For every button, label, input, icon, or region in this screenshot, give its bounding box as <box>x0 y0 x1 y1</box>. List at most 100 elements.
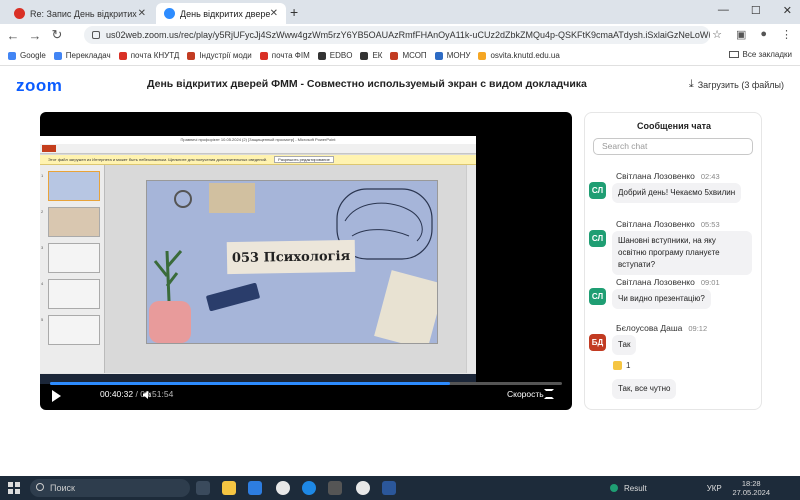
window-controls: — ☐ ✕ <box>718 4 792 17</box>
volume-icon[interactable] <box>142 390 152 400</box>
slide-title: 053 Психологія <box>226 239 356 275</box>
slide-thumbnail <box>48 171 100 201</box>
site-icon <box>187 51 196 60</box>
bookmark-osvita[interactable]: osvita.knutd.edu.ua <box>478 51 560 60</box>
bookmark-translate[interactable]: Перекладач <box>53 51 111 60</box>
tab-zoom[interactable]: День відкритих дверей ФММ ✕ <box>156 3 286 24</box>
message-header: Світлана Лозовенко 02:43 <box>616 171 720 181</box>
message-header: Бєлоусова Даша 09:12 <box>616 323 707 333</box>
minimize-icon[interactable]: — <box>718 4 729 17</box>
message-time: 09:01 <box>700 278 720 287</box>
star-icon[interactable]: ☆ <box>712 28 722 41</box>
bookmark-label: EDBO <box>329 51 353 60</box>
all-bookmarks-label: Все закладки <box>742 50 792 59</box>
site-icon <box>317 51 326 60</box>
reload-icon[interactable]: ↻ <box>48 27 66 43</box>
download-button[interactable]: ⤓ Загрузить (3 файлы) <box>689 78 784 91</box>
zoom-header: zoom День відкритих дверей ФММ - Совмест… <box>0 66 800 104</box>
clock-date: 27.05.2024 <box>732 488 770 497</box>
menu-icon[interactable]: ⋮ <box>781 28 792 41</box>
taskbar-search[interactable]: Поиск <box>30 479 190 497</box>
ppt-file-tab <box>42 145 56 152</box>
bookmark-label: почта КНУТД <box>130 51 180 60</box>
reaction-badge[interactable]: 1 <box>613 361 630 370</box>
file-explorer-icon[interactable] <box>222 481 236 495</box>
url-field[interactable]: us02web.zoom.us/rec/play/y5RjUFycJj4SzWw… <box>84 26 710 44</box>
tab-gmail[interactable]: Re: Запис День відкритих двер ✕ <box>6 3 154 24</box>
bookmark-ek[interactable]: ЕК <box>360 51 382 60</box>
message-header: Світлана Лозовенко 05:53 <box>616 219 720 229</box>
bookmark-edbo[interactable]: EDBO <box>317 51 353 60</box>
fullscreen-icon[interactable] <box>544 389 554 399</box>
back-icon[interactable]: ← <box>4 28 22 43</box>
tape-strip <box>209 183 255 213</box>
avatar: СЛ <box>589 182 606 199</box>
address-bar-row: ← → ↻ us02web.zoom.us/rec/play/y5RjUFycJ… <box>0 24 800 46</box>
sender-name: Світлана Лозовенко <box>616 171 695 181</box>
google-icon <box>8 51 16 60</box>
chrome-icon[interactable] <box>356 481 370 495</box>
chrome-icon[interactable] <box>276 481 290 495</box>
app-icon[interactable] <box>328 481 342 495</box>
bookmark-label: Індустрії моди <box>199 51 252 60</box>
forward-icon[interactable]: → <box>26 28 44 43</box>
mail-icon[interactable] <box>248 481 262 495</box>
message-header: Світлана Лозовенко 09:01 <box>616 277 720 287</box>
close-icon[interactable]: ✕ <box>138 8 146 19</box>
edge-icon[interactable] <box>302 481 316 495</box>
site-icon <box>390 51 399 60</box>
translate-icon <box>53 51 62 60</box>
task-view-icon[interactable] <box>196 481 210 495</box>
all-bookmarks[interactable]: Все закладки <box>728 50 792 59</box>
site-icon <box>434 51 443 60</box>
clock-time: 18:28 <box>741 479 761 488</box>
progress-bar[interactable] <box>50 382 562 385</box>
bookmark-msop[interactable]: МСОП <box>390 51 427 60</box>
word-icon[interactable] <box>382 481 396 495</box>
system-tray: Result УКР <box>610 476 722 500</box>
message-bubble: Добрий день! Чекаємо 5хвилин <box>612 183 742 203</box>
ppt-scrollbar <box>466 165 476 373</box>
bookmarks-bar: Google Перекладач почта КНУТД Індустрії … <box>0 46 800 66</box>
tray-lang[interactable]: УКР <box>707 484 722 493</box>
bookmark-label: МОНУ <box>446 51 471 60</box>
bookmark-label: osvita.knutd.edu.ua <box>490 51 560 60</box>
notebook <box>206 282 260 312</box>
tab-label: Re: Запис День відкритих двер <box>30 8 138 19</box>
ppt-enable-editing: Разрешить редактирование <box>274 156 334 163</box>
video-player[interactable]: Правничі профорієнт 10.05.2024 (2) [Защи… <box>40 112 572 410</box>
bookmark-mail-knutd[interactable]: почта КНУТД <box>118 51 180 60</box>
maximize-icon[interactable]: ☐ <box>751 4 761 17</box>
plant-leaves <box>153 250 183 302</box>
bookmark-mail-fim[interactable]: почта ФІМ <box>259 51 310 60</box>
windows-start-icon[interactable] <box>8 482 20 494</box>
bookmark-label: Перекладач <box>65 51 111 60</box>
close-icon[interactable]: ✕ <box>270 8 278 19</box>
extension-icon[interactable]: ▣ <box>736 28 746 41</box>
meeting-title: День відкритих дверей ФММ - Совместно ис… <box>147 78 587 90</box>
play-icon[interactable] <box>52 390 61 402</box>
gmail-icon <box>118 51 127 60</box>
profile-icon[interactable]: ● <box>760 28 767 41</box>
system-clock[interactable]: 18:28 27.05.2024 <box>732 479 770 497</box>
tray-result[interactable]: Result <box>624 484 647 493</box>
bookmark-label: Google <box>20 51 46 60</box>
bookmark-google[interactable]: Google <box>8 51 46 60</box>
playback-time: 00:40:32 / 00:51:54 <box>100 389 174 399</box>
message-time: 09:12 <box>688 324 708 333</box>
bookmark-monu[interactable]: МОНУ <box>434 51 471 60</box>
progress-fill <box>50 382 450 385</box>
bookmark-label: почта ФІМ <box>271 51 310 60</box>
message-bubble: Шановні вступники, на яку освітню програ… <box>612 231 752 275</box>
chat-panel: Сообщения чата Search chat СЛ Світлана Л… <box>584 112 762 410</box>
speed-button[interactable]: Скорость <box>507 389 544 399</box>
slide-thumbnail <box>48 279 100 309</box>
message-bubble: Чи видно презентацію? <box>612 289 711 309</box>
close-window-icon[interactable]: ✕ <box>783 4 792 17</box>
new-tab-icon[interactable]: + <box>290 4 298 20</box>
zoom-logo[interactable]: zoom <box>16 76 62 96</box>
bookmark-fashion[interactable]: Індустрії моди <box>187 51 252 60</box>
chat-search-input[interactable]: Search chat <box>593 138 753 155</box>
zoom-icon <box>164 8 175 19</box>
current-time: 00:40:32 <box>100 389 134 399</box>
